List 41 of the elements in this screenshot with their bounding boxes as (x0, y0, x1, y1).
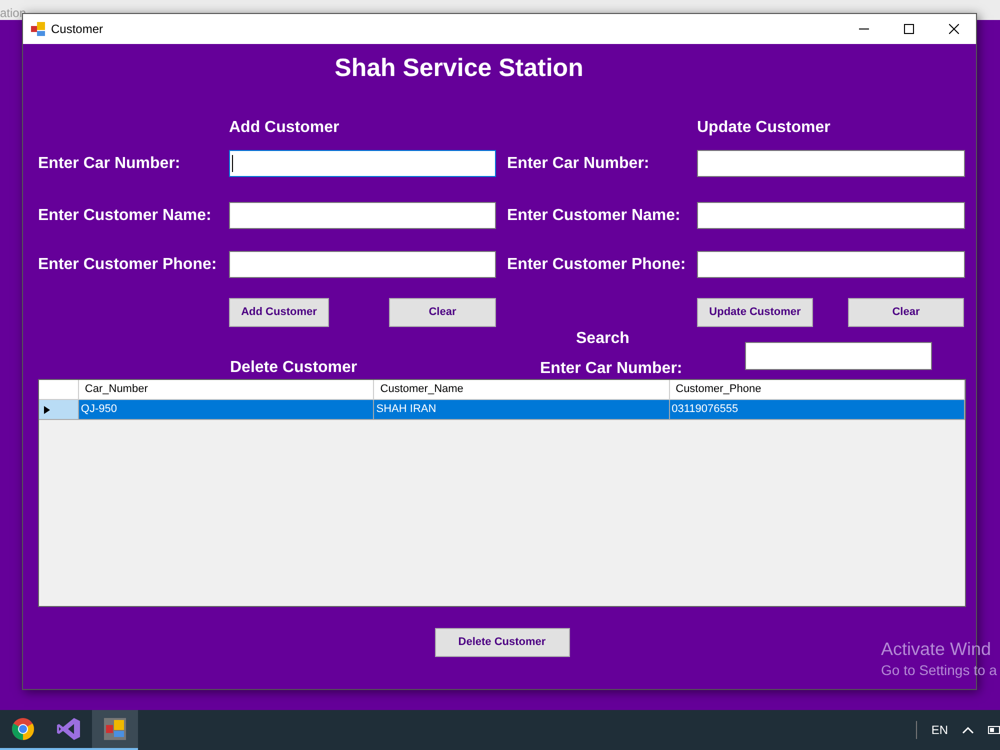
chevron-up-icon[interactable] (962, 726, 974, 734)
delete-customer-button[interactable]: Delete Customer (434, 628, 570, 657)
add-customer-button[interactable]: Add Customer (229, 298, 329, 327)
field-label: Enter Car Number: (540, 359, 682, 379)
field-label: Enter Car Number: (507, 154, 650, 174)
text-field[interactable] (229, 150, 496, 177)
text-field[interactable] (697, 150, 965, 177)
ide-icon (57, 717, 81, 741)
table-cell: 03119076555 (670, 400, 965, 420)
current-row-icon (44, 406, 50, 414)
search-field[interactable] (745, 342, 932, 370)
field-label: Enter Customer Phone: (507, 254, 686, 274)
browser-icon (11, 717, 35, 741)
row-header[interactable] (39, 400, 79, 420)
update-customer-button[interactable]: Update Customer (697, 298, 813, 327)
close-icon (948, 24, 958, 34)
text-field[interactable] (229, 202, 496, 229)
table-cell: SHAH IRAN (374, 400, 670, 420)
form-title: Shah Service Station (334, 53, 584, 84)
section-heading: Delete Customer (230, 358, 358, 378)
app-icon (103, 717, 127, 741)
clear-button[interactable]: Clear (389, 298, 496, 327)
window-title: Customer (51, 21, 104, 38)
field-label: Enter Customer Name: (507, 206, 680, 226)
field-label: Enter Customer Name: (38, 206, 212, 226)
language-indicator[interactable]: EN (931, 721, 948, 739)
section-heading: Update Customer (697, 119, 830, 136)
field-label: Enter Customer Phone: (38, 254, 217, 274)
table-cell: QJ-950 (78, 400, 374, 420)
field-label: Enter Car Number: (38, 154, 180, 174)
text-field[interactable] (697, 202, 965, 229)
text-cursor (232, 155, 233, 172)
maximize-icon (904, 24, 914, 34)
search-heading: Search (576, 329, 630, 349)
section-heading: Add Customer (229, 119, 340, 136)
clear-button[interactable]: Clear (848, 298, 964, 327)
taskbar-button[interactable] (92, 710, 138, 750)
text-field[interactable] (697, 251, 965, 278)
app-icon (31, 22, 45, 36)
text-field[interactable] (229, 251, 496, 278)
battery-icon[interactable] (988, 725, 1000, 735)
